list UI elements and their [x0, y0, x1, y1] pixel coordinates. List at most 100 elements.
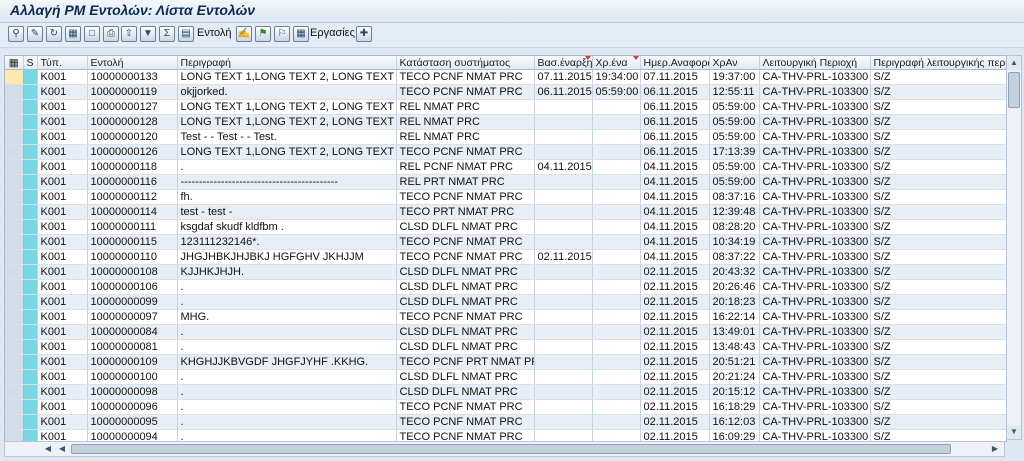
cell-functional-location-description[interactable]: S/Z	[870, 84, 1006, 100]
cell-basic-start[interactable]	[534, 264, 593, 280]
horizontal-scroll-thumb[interactable]	[71, 444, 951, 454]
cell-reference-time[interactable]: 20:15:12	[709, 384, 760, 400]
scroll-up-icon[interactable]: ▲	[1007, 56, 1021, 70]
cell-functional-location[interactable]: CA-THV-PRL-103300	[759, 189, 871, 205]
cell-type[interactable]: K001	[37, 174, 88, 190]
cell-system-status[interactable]: REL NMAT PRC	[396, 99, 535, 115]
cell-reference-date[interactable]: 06.11.2015	[640, 84, 710, 100]
cell-functional-location-description[interactable]: S/Z	[870, 249, 1006, 265]
cell-order[interactable]: 10000000127	[87, 99, 178, 115]
cell-functional-location-description[interactable]: S/Z	[870, 294, 1006, 310]
cell-description[interactable]: 123111232146*.	[177, 234, 397, 250]
table-row[interactable]: K001 10000000126 LONG TEXT 1,LONG TEXT 2, …	[5, 144, 1006, 160]
cell-functional-location[interactable]: CA-THV-PRL-103300	[759, 204, 871, 220]
cell-reference-time[interactable]: 16:18:29	[709, 399, 760, 415]
cell-functional-location-description[interactable]: S/Z	[870, 234, 1006, 250]
cell-description[interactable]: .	[177, 369, 397, 385]
cell-type[interactable]: K001	[37, 339, 88, 355]
cell-order[interactable]: 10000000096	[87, 399, 178, 415]
cell-type[interactable]: K001	[37, 354, 88, 370]
details-icon[interactable]: ⚲	[8, 26, 24, 42]
cell-functional-location[interactable]: CA-THV-PRL-103300	[759, 174, 871, 190]
cell-basic-start[interactable]: 07.11.2015	[534, 69, 593, 85]
cell-system-status[interactable]: TECO PCNF NMAT PRC	[396, 234, 535, 250]
table-row[interactable]: K001 10000000096. TECO PCNF NMAT PRC 02.11.…	[5, 399, 1006, 415]
cell-description[interactable]: .	[177, 159, 397, 175]
cell-description[interactable]: LONG TEXT 1,LONG TEXT 2, LONG TEXT	[177, 114, 397, 130]
cell-description[interactable]: okjjorked.	[177, 84, 397, 100]
cell-reference-date[interactable]: 02.11.2015	[640, 399, 710, 415]
row-selector[interactable]	[5, 369, 24, 385]
cell-functional-location[interactable]: CA-THV-PRL-103300	[759, 279, 871, 295]
cell-order[interactable]: 10000000115	[87, 234, 178, 250]
cell-order[interactable]: 10000000095	[87, 414, 178, 430]
table-row[interactable]: K001 10000000110 JHGJHBKJHJBKJ HGFGHV JKHJ…	[5, 249, 1006, 265]
table-row[interactable]: K001 10000000106. CLSD DLFL NMAT PRC 02.11.…	[5, 279, 1006, 295]
cell-system-status[interactable]: CLSD DLFL NMAT PRC	[396, 219, 535, 235]
cell-start-time[interactable]	[592, 354, 641, 370]
cell-functional-location-description[interactable]: S/Z	[870, 159, 1006, 175]
cell-reference-date[interactable]: 04.11.2015	[640, 174, 710, 190]
cell-system-status[interactable]: TECO PCNF NMAT PRC	[396, 84, 535, 100]
cell-order[interactable]: 10000000133	[87, 69, 178, 85]
cell-reference-date[interactable]: 04.11.2015	[640, 189, 710, 205]
cell-description[interactable]: LONG TEXT 1,LONG TEXT 2, LONG TEXT	[177, 144, 397, 160]
cell-functional-location[interactable]: CA-THV-PRL-103300	[759, 414, 871, 430]
export-icon[interactable]: ▤	[178, 26, 194, 42]
cell-type[interactable]: K001	[37, 144, 88, 160]
cell-description[interactable]: .	[177, 414, 397, 430]
operations-icon[interactable]: ▦	[293, 26, 309, 42]
find-icon[interactable]: ⇧	[121, 26, 137, 42]
operations-button[interactable]: Εργασίες	[310, 27, 355, 39]
cell-system-status[interactable]: TECO PCNF NMAT PRC	[396, 249, 535, 265]
cell-start-time[interactable]	[592, 309, 641, 325]
table-row[interactable]: K001 10000000108 KJJHKJHJH. CLSD DLFL NMAT …	[5, 264, 1006, 280]
cell-reference-time[interactable]: 05:59:00	[709, 129, 760, 145]
row-selector[interactable]	[5, 99, 24, 115]
cell-type[interactable]: K001	[37, 369, 88, 385]
cell-type[interactable]: K001	[37, 99, 88, 115]
cell-basic-start[interactable]	[534, 309, 593, 325]
cell-reference-date[interactable]: 02.11.2015	[640, 324, 710, 340]
cell-reference-time[interactable]: 05:59:00	[709, 99, 760, 115]
cell-type[interactable]: K001	[37, 204, 88, 220]
cell-reference-time[interactable]: 13:49:01	[709, 324, 760, 340]
cell-system-status[interactable]: CLSD DLFL NMAT PRC	[396, 294, 535, 310]
select-all-cell[interactable]: ▦	[5, 56, 24, 70]
horizontal-scrollbar[interactable]: ◀ ◀ ▶	[4, 441, 1005, 457]
row-selector[interactable]	[5, 219, 24, 235]
cell-order[interactable]: 10000000119	[87, 84, 178, 100]
cell-basic-start[interactable]	[534, 369, 593, 385]
cell-basic-start[interactable]	[534, 129, 593, 145]
cell-reference-time[interactable]: 08:37:16	[709, 189, 760, 205]
deselect-all-icon[interactable]: □	[84, 26, 100, 42]
cell-functional-location-description[interactable]: S/Z	[870, 369, 1006, 385]
cell-start-time[interactable]	[592, 174, 641, 190]
col-header-reference-time[interactable]: ΧρΑν	[709, 56, 760, 70]
cell-order[interactable]: 10000000097	[87, 309, 178, 325]
table-row[interactable]: K001 10000000128 LONG TEXT 1,LONG TEXT 2, …	[5, 114, 1006, 130]
col-header-functional-location-description[interactable]: Περιγραφή λειτουργικής περιο	[870, 56, 1006, 70]
cell-basic-start[interactable]	[534, 114, 593, 130]
cell-system-status[interactable]: CLSD DLFL NMAT PRC	[396, 264, 535, 280]
cell-reference-time[interactable]: 05:59:00	[709, 114, 760, 130]
table-row[interactable]: K001 10000000114 test - test - TECO PRT NMA…	[5, 204, 1006, 220]
cell-start-time[interactable]	[592, 189, 641, 205]
cell-start-time[interactable]	[592, 219, 641, 235]
cell-description[interactable]: .	[177, 279, 397, 295]
col-header-status-flag[interactable]: S	[23, 56, 38, 70]
cell-reference-date[interactable]: 06.11.2015	[640, 114, 710, 130]
row-selector[interactable]	[5, 159, 24, 175]
cell-reference-time[interactable]: 13:48:43	[709, 339, 760, 355]
row-selector[interactable]	[5, 384, 24, 400]
cell-start-time[interactable]	[592, 159, 641, 175]
cell-description[interactable]: KHGHJJKBVGDF JHGFJYHF .KKHG.	[177, 354, 397, 370]
table-row[interactable]: K001 10000000098. CLSD DLFL NMAT PRC 02.11.…	[5, 384, 1006, 400]
cell-type[interactable]: K001	[37, 69, 88, 85]
table-row[interactable]: K001 10000000097 MHG. TECO PCNF NMAT PRC 02.…	[5, 309, 1006, 325]
change-icon[interactable]: ✎	[27, 26, 43, 42]
cell-start-time[interactable]	[592, 129, 641, 145]
cell-reference-time[interactable]: 20:18:23	[709, 294, 760, 310]
create-icon[interactable]: ✚	[356, 26, 372, 42]
cell-system-status[interactable]: TECO PCNF NMAT PRC	[396, 69, 535, 85]
